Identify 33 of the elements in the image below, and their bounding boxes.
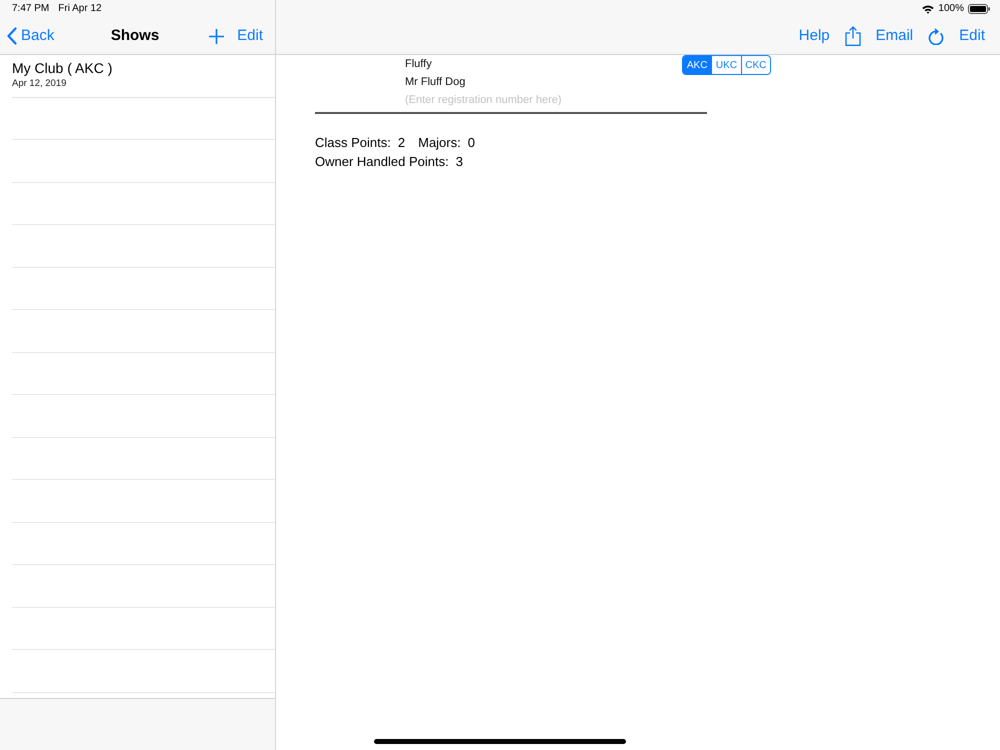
battery-percentage: 100% — [938, 3, 964, 15]
edit-button[interactable]: Edit — [237, 27, 263, 45]
stat-value: 2 — [398, 134, 406, 152]
share-button[interactable] — [844, 26, 861, 46]
help-button[interactable]: Help — [798, 27, 830, 45]
registry-segment[interactable]: AKC — [683, 56, 712, 74]
dog-call-name: Fluffy — [405, 57, 432, 72]
stat-value: 0 — [468, 134, 475, 152]
stat-label: Majors: — [418, 134, 461, 152]
email-button[interactable]: Email — [876, 27, 914, 45]
share-icon — [844, 26, 861, 46]
wifi-icon — [922, 4, 934, 14]
back-button[interactable]: Back — [7, 27, 54, 45]
show-list-item[interactable]: My Club ( AKC ) Apr 12, 2019 — [12, 55, 275, 98]
plus-icon — [209, 28, 224, 44]
chevron-left-icon — [7, 27, 17, 45]
status-date: Fri Apr 12 — [58, 3, 102, 15]
navigation-title: Shows — [110, 27, 160, 45]
show-title: My Club ( AKC ) — [12, 60, 112, 77]
registry-segmented-control[interactable]: AKC UKC CKC — [682, 55, 771, 75]
stat-label: Class Points: — [315, 134, 391, 152]
stat-value: 3 — [456, 153, 463, 171]
edit-button[interactable]: Edit — [959, 27, 985, 45]
dog-registered-name: Mr Fluff Dog — [405, 75, 466, 90]
status-time: 7:47 PM — [12, 3, 50, 15]
refresh-button[interactable] — [928, 27, 944, 45]
add-button[interactable] — [209, 28, 224, 44]
stat-label: Owner Handled Points: — [315, 153, 449, 171]
battery-icon — [968, 4, 990, 14]
registration-number-field[interactable]: (Enter registration number here) — [405, 91, 705, 109]
show-date: Apr 12, 2019 — [12, 77, 66, 90]
registry-segment[interactable]: CKC — [740, 56, 770, 74]
refresh-icon — [928, 27, 944, 45]
